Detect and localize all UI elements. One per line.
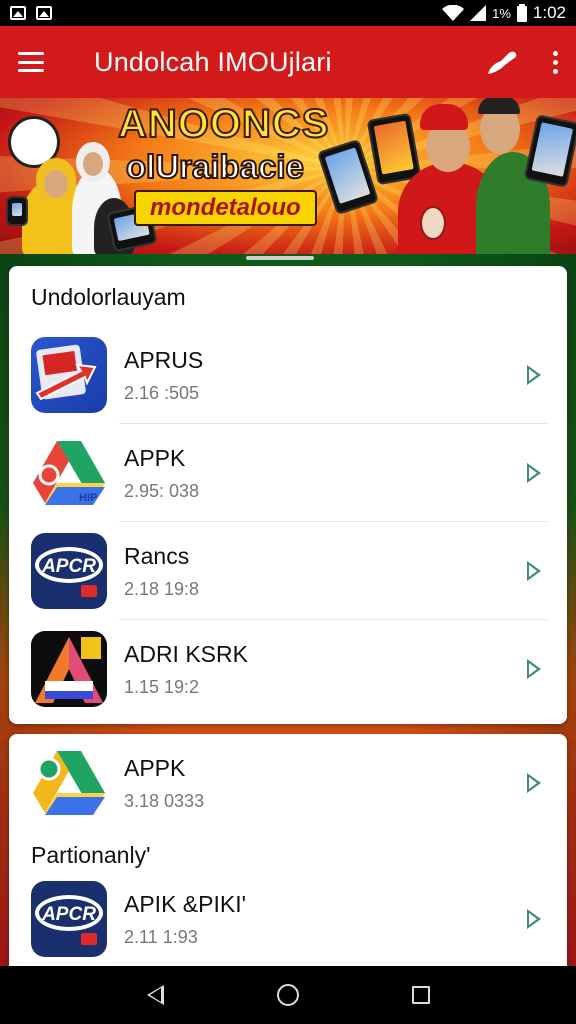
app-version: 2.11 1:93 [124, 926, 198, 947]
menu-icon[interactable] [18, 52, 44, 72]
list-item[interactable]: APCR APIK &PIKI' 2.11 1:93 [9, 870, 567, 968]
list-item[interactable]: HIP APPK 2.95: 038 [9, 424, 567, 522]
play-icon[interactable] [527, 909, 541, 929]
section-title: Undolorlauyam [31, 284, 186, 310]
list-item[interactable]: APPK 3.18 0333 [9, 734, 567, 832]
promo-banner[interactable]: ANOONCS olUraibacie mondetalouo [0, 98, 576, 254]
drive-triangle-icon: HIP [31, 435, 107, 511]
clock: 1:02 [532, 3, 566, 22]
section-title: Partionanly' [31, 842, 151, 868]
app-version: 3.18 0333 [124, 790, 205, 811]
image-icon [10, 6, 26, 20]
sheet-drag-handle[interactable] [246, 256, 314, 260]
app-list-sheet: Undolorlauyam APRUS 2.16 :505 HIP APPK 2… [0, 254, 576, 966]
list-item[interactable]: ADRI KSRK 1.15 19:2 [9, 620, 567, 718]
more-icon[interactable] [553, 50, 558, 74]
app-name: APPK [124, 444, 186, 471]
list-item[interactable]: APCR Rancs 2.18 19:8 [9, 522, 567, 620]
app-version: 2.16 :505 [124, 382, 200, 403]
app-version: 2.95: 038 [124, 480, 200, 501]
signal-icon [470, 5, 487, 21]
list-item[interactable]: APRUS 2.16 :505 [9, 326, 567, 424]
app-name: APPK [124, 754, 186, 781]
icon-label: HIP [79, 492, 97, 504]
home-icon[interactable] [276, 984, 299, 1006]
play-icon[interactable] [527, 463, 541, 483]
banner-tagline: mondetalouo [134, 190, 317, 226]
phone-icon[interactable] [485, 47, 519, 77]
app-title: Undolcah IMOUjlari [94, 46, 332, 77]
apcr-oval-icon: APCR [31, 881, 107, 957]
apcr-oval-icon: APCR [31, 533, 107, 609]
dark-a-icon [31, 631, 107, 707]
battery-percent: 1% [492, 5, 511, 21]
back-icon[interactable] [146, 985, 164, 1005]
photo-icon [36, 6, 52, 20]
app-name: APRUS [124, 346, 204, 373]
play-icon[interactable] [527, 773, 541, 793]
icon-label: APCR [41, 556, 96, 577]
section-card: Undolorlauyam APRUS 2.16 :505 HIP APPK 2… [9, 266, 567, 724]
banner-headline: ANOONCS [117, 101, 330, 147]
battery-icon [516, 4, 527, 22]
drive-triangle-icon [31, 745, 107, 821]
app-version: 2.18 19:8 [124, 578, 200, 599]
play-icon[interactable] [527, 659, 541, 679]
app-name: ADRI KSRK [124, 640, 248, 667]
app-name: Rancs [124, 542, 190, 569]
play-icon[interactable] [527, 365, 541, 385]
app-version: 1.15 19:2 [124, 676, 200, 697]
system-nav-bar [0, 966, 576, 1024]
section-card: APPK 3.18 0333 Partionanly' APCR APIK &P… [9, 734, 567, 966]
recents-icon[interactable] [411, 986, 430, 1004]
wifi-icon [442, 5, 465, 21]
icon-label: APCR [41, 904, 96, 925]
play-icon[interactable] [527, 561, 541, 581]
app-name: APIK &PIKI' [124, 890, 246, 917]
apk-red-arrow-icon [31, 337, 107, 413]
status-bar: 1% 1:02 [0, 0, 576, 26]
banner-subline: olUraibacie [125, 147, 305, 186]
app-toolbar: Undolcah IMOUjlari [0, 26, 576, 98]
